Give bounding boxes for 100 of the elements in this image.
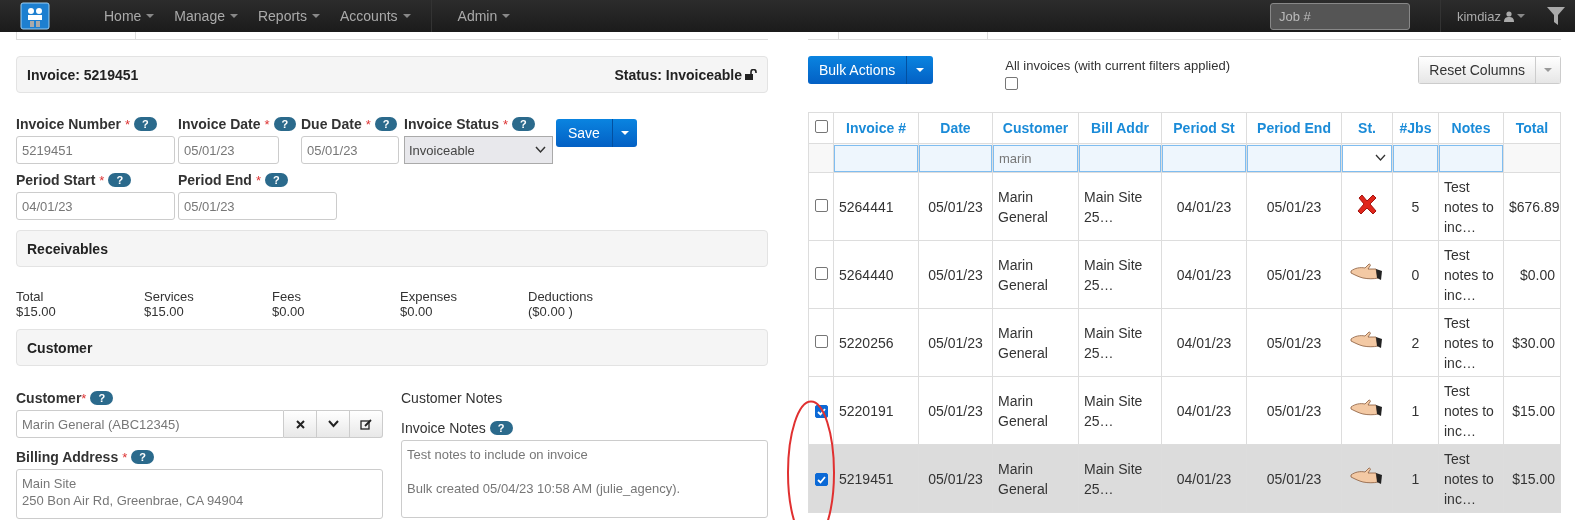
column-header[interactable]: Customer bbox=[992, 112, 1079, 144]
save-options-button[interactable] bbox=[612, 119, 637, 147]
text-field[interactable]: 04/01/23 bbox=[16, 192, 175, 220]
bulk-actions-button[interactable]: Bulk Actions bbox=[808, 56, 908, 84]
checkbox[interactable] bbox=[814, 198, 828, 212]
text-field[interactable]: 05/01/23 bbox=[178, 192, 337, 220]
checkbox[interactable] bbox=[814, 120, 828, 133]
logo-icon[interactable] bbox=[20, 2, 50, 30]
filter-field[interactable]: marin bbox=[993, 144, 1078, 172]
checkbox[interactable] bbox=[814, 334, 828, 348]
caret-icon bbox=[402, 14, 411, 18]
table-row[interactable]: 5220256 05/01/23 Marin General Main Site 25… 04/01/23 05/01/23 2 Test notes to inc… $30.00 bbox=[808, 308, 1561, 377]
nav-menu-item[interactable]: Reports bbox=[247, 8, 330, 24]
table-row[interactable]: 5264440 05/01/23 Marin General Main Site 25… 04/01/23 05/01/23 0 Test notes to inc… $0.00 bbox=[808, 240, 1561, 309]
help-badge[interactable]: ? bbox=[264, 173, 288, 187]
table-cell: 5220191 bbox=[839, 402, 894, 419]
filter-field[interactable] bbox=[1393, 144, 1438, 172]
nav-menu-item[interactable]: Manage bbox=[164, 8, 248, 24]
table-row[interactable]: 5219451 05/01/23 Marin General Main Site 25… 04/01/23 05/01/23 1 Test notes to inc… $15.00 bbox=[808, 444, 1561, 513]
billing-address-field[interactable]: Main Site 250 Bon Air Rd, Greenbrae, CA 94904 bbox=[16, 469, 383, 519]
user-icon bbox=[1504, 10, 1514, 22]
save-button[interactable]: Save bbox=[556, 119, 613, 147]
text-field[interactable]: 5219451 bbox=[16, 136, 175, 164]
bulk-options-button[interactable] bbox=[907, 56, 934, 84]
column-header[interactable]: Notes bbox=[1438, 112, 1504, 144]
checkbox[interactable] bbox=[1005, 77, 1019, 90]
required-mark: * bbox=[502, 116, 508, 132]
nav-menu-item[interactable]: Admin bbox=[447, 8, 521, 24]
total-label: Fees bbox=[272, 289, 302, 304]
hand-icon bbox=[1350, 466, 1384, 486]
field-label: Invoice Date bbox=[178, 116, 261, 132]
caret-icon bbox=[502, 14, 511, 18]
customer-field[interactable]: Marin General (ABC12345) bbox=[16, 410, 284, 438]
filter-icon[interactable] bbox=[1547, 7, 1565, 25]
chevron-icon bbox=[327, 420, 339, 428]
table-cell: Marin General bbox=[998, 256, 1048, 293]
edit-icon bbox=[360, 418, 372, 430]
field-label: Invoice Notes bbox=[401, 420, 486, 436]
reset-columns-button[interactable]: Reset Columns bbox=[1418, 56, 1536, 84]
table-cell: $676.89 bbox=[1509, 198, 1560, 215]
column-header[interactable]: Total bbox=[1503, 112, 1561, 144]
table-cell: Main Site 25… bbox=[1084, 460, 1143, 497]
text-field[interactable]: 05/01/23 bbox=[178, 136, 279, 164]
total-label: Deductions bbox=[528, 289, 595, 304]
table-cell: 0 bbox=[1411, 266, 1420, 283]
filter-field[interactable] bbox=[1162, 144, 1246, 172]
table-cell: 05/01/23 bbox=[1266, 470, 1322, 487]
total-value: $15.00 bbox=[16, 304, 57, 319]
help-badge[interactable]: ? bbox=[374, 117, 398, 131]
user-menu[interactable]: kimdiaz bbox=[1439, 0, 1525, 32]
total-label: Services bbox=[144, 289, 195, 304]
unlock-icon bbox=[745, 69, 757, 80]
column-header[interactable]: #Jbs bbox=[1392, 112, 1439, 144]
filter-field[interactable] bbox=[1079, 144, 1161, 172]
table-cell: Test notes to inc… bbox=[1444, 382, 1494, 439]
nav-menu-item[interactable]: Accounts bbox=[330, 8, 421, 24]
checkbox[interactable] bbox=[814, 266, 828, 280]
dropdown-button[interactable] bbox=[317, 410, 350, 438]
required-mark: * bbox=[365, 116, 371, 132]
help-badge[interactable]: ? bbox=[108, 173, 132, 187]
job-search-field[interactable]: Job # bbox=[1269, 2, 1410, 30]
total-value: $0.00 bbox=[400, 304, 434, 319]
text-field[interactable]: 05/01/23 bbox=[301, 136, 399, 164]
table-cell: 2 bbox=[1411, 334, 1420, 351]
help-badge[interactable]: ? bbox=[489, 421, 513, 435]
total-value: $15.00 bbox=[144, 304, 185, 319]
table-cell: 5 bbox=[1411, 198, 1420, 215]
column-header[interactable]: Period St bbox=[1161, 112, 1247, 144]
table-cell: 05/01/23 bbox=[928, 470, 983, 487]
total-label: Total bbox=[16, 289, 45, 304]
column-header[interactable]: Date bbox=[918, 112, 993, 144]
nav-menu-item[interactable]: Home bbox=[94, 8, 165, 24]
help-badge[interactable]: ? bbox=[273, 117, 297, 131]
filter-field[interactable] bbox=[919, 144, 992, 172]
status-select[interactable]: Invoiceable bbox=[404, 136, 553, 164]
field-label: Period End bbox=[178, 172, 252, 188]
help-badge[interactable]: ? bbox=[134, 117, 157, 131]
filter-field[interactable] bbox=[1439, 144, 1503, 172]
help-badge[interactable]: ? bbox=[131, 450, 154, 464]
table-row[interactable]: 5220191 05/01/23 Marin General Main Site 25… 04/01/23 05/01/23 1 Test notes to inc… $15.00 bbox=[808, 376, 1561, 445]
table-cell: 05/01/23 bbox=[1266, 266, 1322, 283]
help-badge[interactable]: ? bbox=[512, 117, 535, 131]
filter-field[interactable] bbox=[834, 144, 918, 172]
table-cell: 05/01/23 bbox=[928, 334, 983, 351]
filter-field[interactable] bbox=[1247, 144, 1341, 172]
table-row[interactable]: 5264441 05/01/23 Marin General Main Site 25… 04/01/23 05/01/23 5 Test notes to inc… $676.89 bbox=[808, 172, 1561, 241]
field-label: Customer bbox=[16, 390, 82, 406]
help-badge[interactable]: ? bbox=[90, 391, 114, 405]
table-cell: 05/01/23 bbox=[1266, 198, 1322, 215]
column-header[interactable]: Bill Addr bbox=[1078, 112, 1162, 144]
table-cell: Test notes to inc… bbox=[1444, 314, 1494, 371]
column-header[interactable]: Invoice # bbox=[833, 112, 919, 144]
required-mark: * bbox=[122, 449, 128, 465]
invoice-notes-field[interactable]: Test notes to include on invoice Bulk created 05/04/23 10:58 AM (julie_agency). bbox=[401, 440, 768, 518]
column-header[interactable]: St. bbox=[1341, 112, 1393, 144]
checkbox[interactable] bbox=[814, 473, 828, 486]
column-header[interactable]: Period End bbox=[1246, 112, 1342, 144]
edit-button[interactable] bbox=[350, 410, 383, 438]
clear-button[interactable] bbox=[284, 410, 317, 438]
table-cell: Main Site 25… bbox=[1084, 256, 1143, 293]
